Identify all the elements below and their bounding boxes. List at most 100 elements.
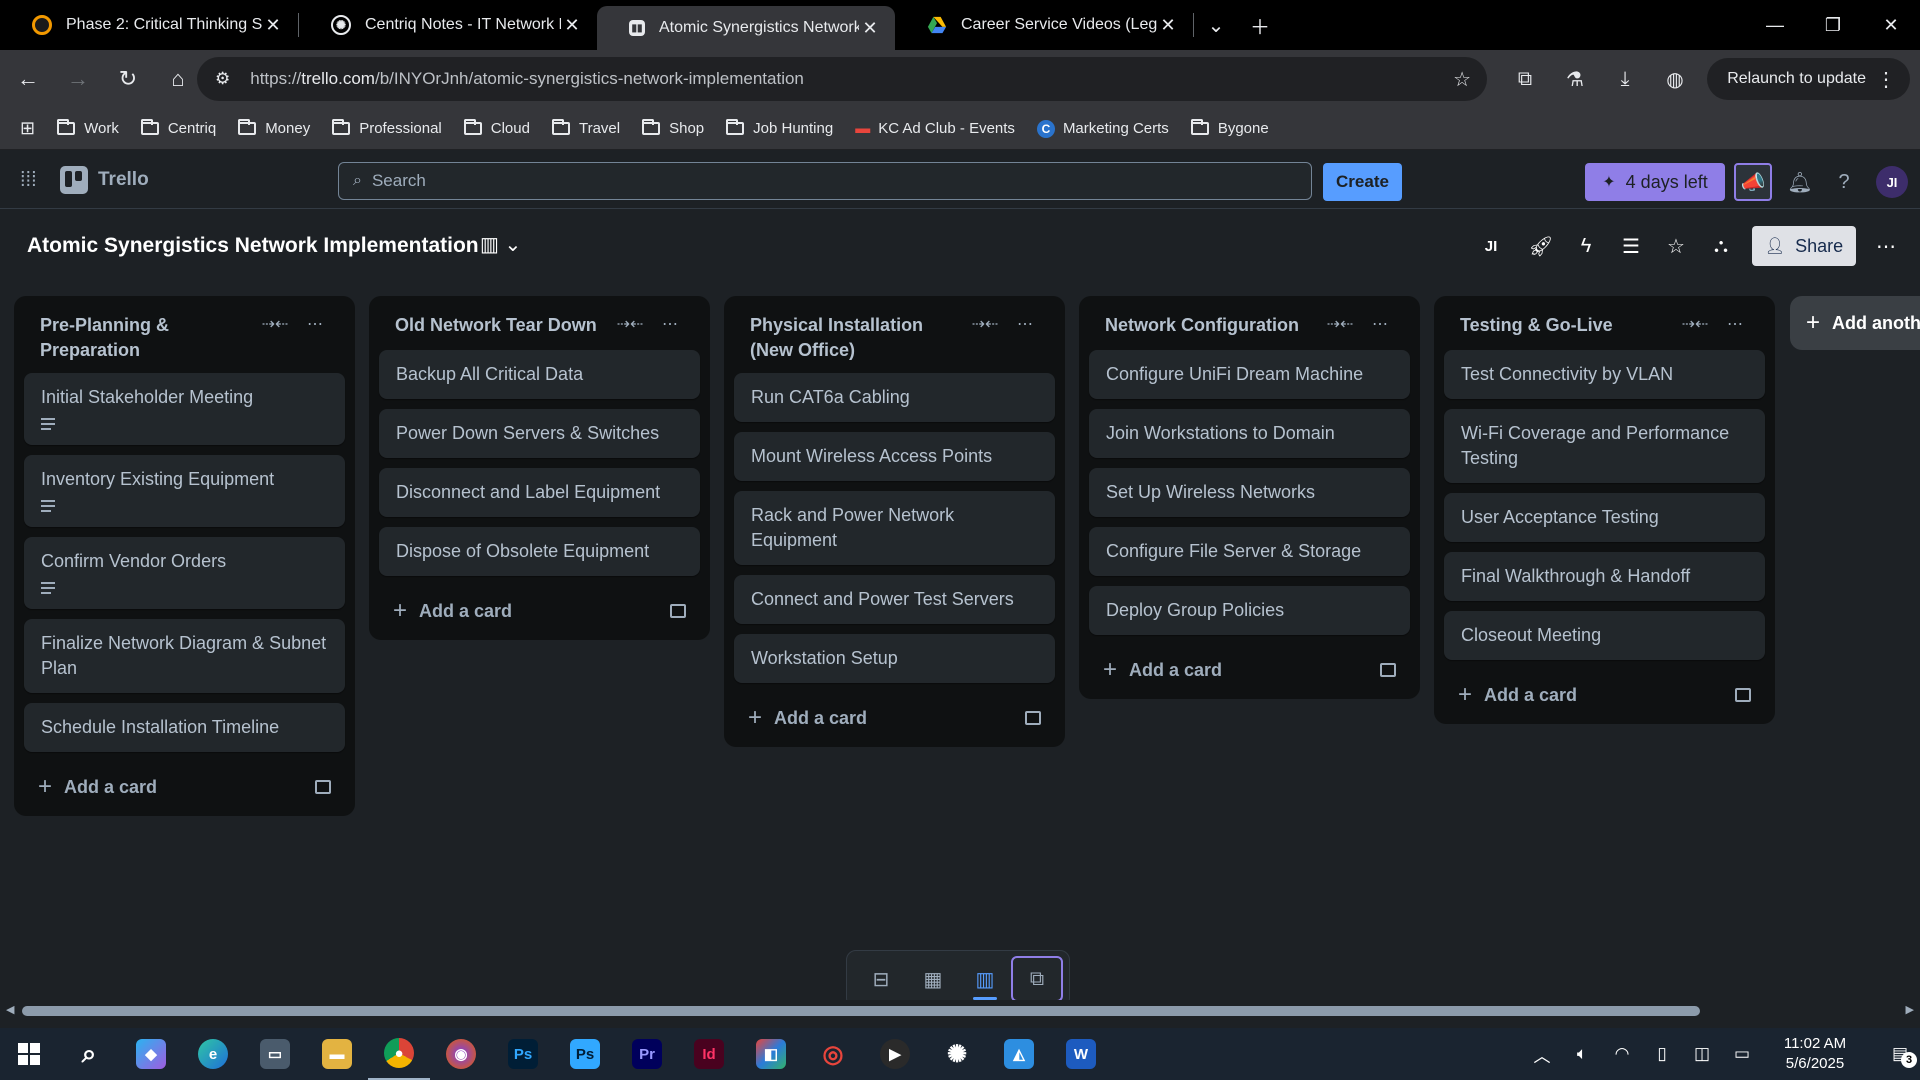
phone-link-icon[interactable]: ▯ bbox=[1642, 1044, 1682, 1064]
card[interactable]: Finalize Network Diagram & Subnet Plan bbox=[24, 619, 345, 693]
card-template-icon[interactable] bbox=[1025, 711, 1041, 725]
list-menu-icon[interactable]: ⋯ bbox=[1360, 310, 1400, 340]
minimize-icon[interactable]: — bbox=[1746, 0, 1804, 50]
firefox-icon[interactable]: ◉ bbox=[430, 1028, 492, 1080]
copilot-icon[interactable]: ◆ bbox=[120, 1028, 182, 1080]
address-bar[interactable]: ⚙ https://trello.com/b/INYOrJnh/atomic-s… bbox=[197, 57, 1487, 101]
list-title[interactable]: Testing & Go-Live bbox=[1460, 310, 1675, 338]
forward-arrow-icon[interactable]: → bbox=[56, 57, 100, 101]
card[interactable]: User Acceptance Testing bbox=[1444, 493, 1765, 542]
add-card-button[interactable]: + Add a card bbox=[734, 699, 1055, 737]
collapse-list-icon[interactable]: ⇢⇠ bbox=[610, 310, 650, 340]
close-window-icon[interactable]: ✕ bbox=[1862, 0, 1920, 50]
new-tab-icon[interactable]: ＋ bbox=[1238, 0, 1282, 50]
create-button[interactable]: Create bbox=[1323, 163, 1402, 201]
bookmark-work[interactable]: Work bbox=[57, 119, 119, 137]
bookmark-kc-ad-club[interactable]: ▬ KC Ad Club - Events bbox=[855, 120, 1015, 137]
card[interactable]: Schedule Installation Timeline bbox=[24, 703, 345, 752]
collapse-list-icon[interactable]: ⇢⇠ bbox=[255, 310, 295, 340]
scroll-left-icon[interactable]: ◀ bbox=[6, 1003, 14, 1016]
card[interactable]: Closeout Meeting bbox=[1444, 611, 1765, 660]
power-ups-rocket-icon[interactable]: 🚀︎ bbox=[1523, 228, 1559, 264]
profile-avatar-icon[interactable]: ◍ bbox=[1650, 67, 1700, 92]
creative-cloud-icon[interactable]: ◎ bbox=[802, 1028, 864, 1080]
card[interactable]: Confirm Vendor Orders bbox=[24, 537, 345, 609]
tab-search-chevron-icon[interactable]: ⌄ bbox=[1194, 0, 1238, 50]
collapse-list-icon[interactable]: ⇢⇠ bbox=[1320, 310, 1360, 340]
chatgpt-icon[interactable]: ✺ bbox=[926, 1028, 988, 1080]
back-arrow-icon[interactable]: ← bbox=[6, 57, 50, 101]
card[interactable]: Initial Stakeholder Meeting bbox=[24, 373, 345, 445]
switch-boards-icon[interactable]: ⧉ bbox=[1011, 956, 1063, 1002]
site-info-icon[interactable]: ⚙ bbox=[215, 69, 230, 89]
restore-icon[interactable]: ❐ bbox=[1804, 0, 1862, 50]
tray-overflow-chevron-icon[interactable]: ︿ bbox=[1522, 1042, 1562, 1067]
card-template-icon[interactable] bbox=[315, 780, 331, 794]
card[interactable]: Workstation Setup bbox=[734, 634, 1055, 683]
browser-tab[interactable]: ✺ Centriq Notes - IT Network Proj ✕ bbox=[299, 0, 597, 50]
card[interactable]: Mount Wireless Access Points bbox=[734, 432, 1055, 481]
kebab-menu-icon[interactable]: ⋮ bbox=[1876, 67, 1896, 92]
trial-days-left-button[interactable]: ✦ 4 days left bbox=[1585, 163, 1725, 201]
bookmark-job-hunting[interactable]: Job Hunting bbox=[726, 119, 833, 137]
extensions-icon[interactable]: ⧉ bbox=[1500, 68, 1550, 91]
board-title[interactable]: Atomic Synergistics Network Implementati… bbox=[27, 234, 479, 258]
card-template-icon[interactable] bbox=[1735, 688, 1751, 702]
add-card-button[interactable]: + Add a card bbox=[1089, 651, 1410, 689]
add-card-button[interactable]: + Add a card bbox=[24, 768, 345, 806]
horizontal-scrollbar[interactable]: ◀ ▶ bbox=[0, 1000, 1920, 1022]
browser-tab[interactable]: Phase 2: Critical Thinking Scena ✕ bbox=[0, 0, 298, 50]
help-icon[interactable]: ? bbox=[1825, 163, 1863, 201]
list-menu-icon[interactable]: ⋯ bbox=[1715, 310, 1755, 340]
bookmark-money[interactable]: Money bbox=[238, 119, 310, 137]
notification-center-icon[interactable]: ▤ 3 bbox=[1880, 1044, 1920, 1068]
list-menu-icon[interactable]: ⋯ bbox=[295, 310, 335, 340]
board-icon[interactable]: ▥ bbox=[959, 956, 1011, 1002]
azure-icon[interactable]: ◭ bbox=[988, 1028, 1050, 1080]
file-explorer-icon[interactable]: ▭ bbox=[244, 1028, 306, 1080]
chrome-icon[interactable]: ● bbox=[368, 1028, 430, 1080]
card[interactable]: Dispose of Obsolete Equipment bbox=[379, 527, 700, 576]
microsoft-365-icon[interactable]: ◧ bbox=[740, 1028, 802, 1080]
photoshop-icon[interactable]: Ps bbox=[492, 1028, 554, 1080]
card[interactable]: Connect and Power Test Servers bbox=[734, 575, 1055, 624]
browser-tab[interactable]: Career Service Videos (Legacy) ✕ bbox=[895, 0, 1193, 50]
bookmark-cloud[interactable]: Cloud bbox=[463, 119, 530, 137]
card[interactable]: Test Connectivity by VLAN bbox=[1444, 350, 1765, 399]
list-menu-icon[interactable]: ⋯ bbox=[650, 310, 690, 340]
calendar-icon[interactable]: ▦ bbox=[907, 956, 959, 1002]
volume-icon[interactable]: 🔈︎ bbox=[1562, 1044, 1602, 1064]
card[interactable]: Backup All Critical Data bbox=[379, 350, 700, 399]
bookmark-shop[interactable]: Shop bbox=[642, 119, 704, 137]
star-board-icon[interactable]: ☆ bbox=[1658, 228, 1694, 264]
filter-icon[interactable]: ☰ bbox=[1613, 228, 1649, 264]
card[interactable]: Join Workstations to Domain bbox=[1089, 409, 1410, 458]
home-icon[interactable]: ⌂ bbox=[156, 57, 200, 101]
close-tab-icon[interactable]: ✕ bbox=[1157, 15, 1179, 36]
close-tab-icon[interactable]: ✕ bbox=[262, 15, 284, 36]
card[interactable]: Power Down Servers & Switches bbox=[379, 409, 700, 458]
card[interactable]: Configure File Server & Storage bbox=[1089, 527, 1410, 576]
word-icon[interactable]: W bbox=[1050, 1028, 1112, 1080]
premiere-icon[interactable]: Pr bbox=[616, 1028, 678, 1080]
close-tab-icon[interactable]: ✕ bbox=[859, 18, 881, 39]
card[interactable]: Disconnect and Label Equipment bbox=[379, 468, 700, 517]
list-menu-icon[interactable]: ⋯ bbox=[1005, 310, 1045, 340]
share-button[interactable]: 👤︎ Share bbox=[1752, 226, 1856, 266]
trello-logo[interactable]: Trello bbox=[60, 166, 149, 194]
inbox-icon[interactable]: ⊟ bbox=[855, 956, 907, 1002]
bookmark-travel[interactable]: Travel bbox=[551, 119, 620, 137]
add-card-button[interactable]: + Add a card bbox=[379, 592, 700, 630]
media-player-icon[interactable]: ▶ bbox=[864, 1028, 926, 1080]
avatar[interactable]: JI bbox=[1876, 166, 1908, 198]
photoshop-beta-icon[interactable]: Ps bbox=[554, 1028, 616, 1080]
clock[interactable]: 11:02 AM 5/6/2025 bbox=[1768, 1034, 1862, 1074]
relaunch-to-update-button[interactable]: Relaunch to update ⋮ bbox=[1707, 58, 1910, 100]
card[interactable]: Rack and Power Network Equipment bbox=[734, 491, 1055, 565]
list-title[interactable]: Network Configuration bbox=[1105, 310, 1320, 338]
member-avatar[interactable]: JI bbox=[1473, 228, 1509, 264]
list-title[interactable]: Physical Installation (New Office) bbox=[750, 310, 965, 363]
download-icon[interactable]: ⤓ bbox=[1600, 68, 1650, 91]
reload-icon[interactable]: ↻ bbox=[106, 57, 150, 101]
card[interactable]: Configure UniFi Dream Machine bbox=[1089, 350, 1410, 399]
